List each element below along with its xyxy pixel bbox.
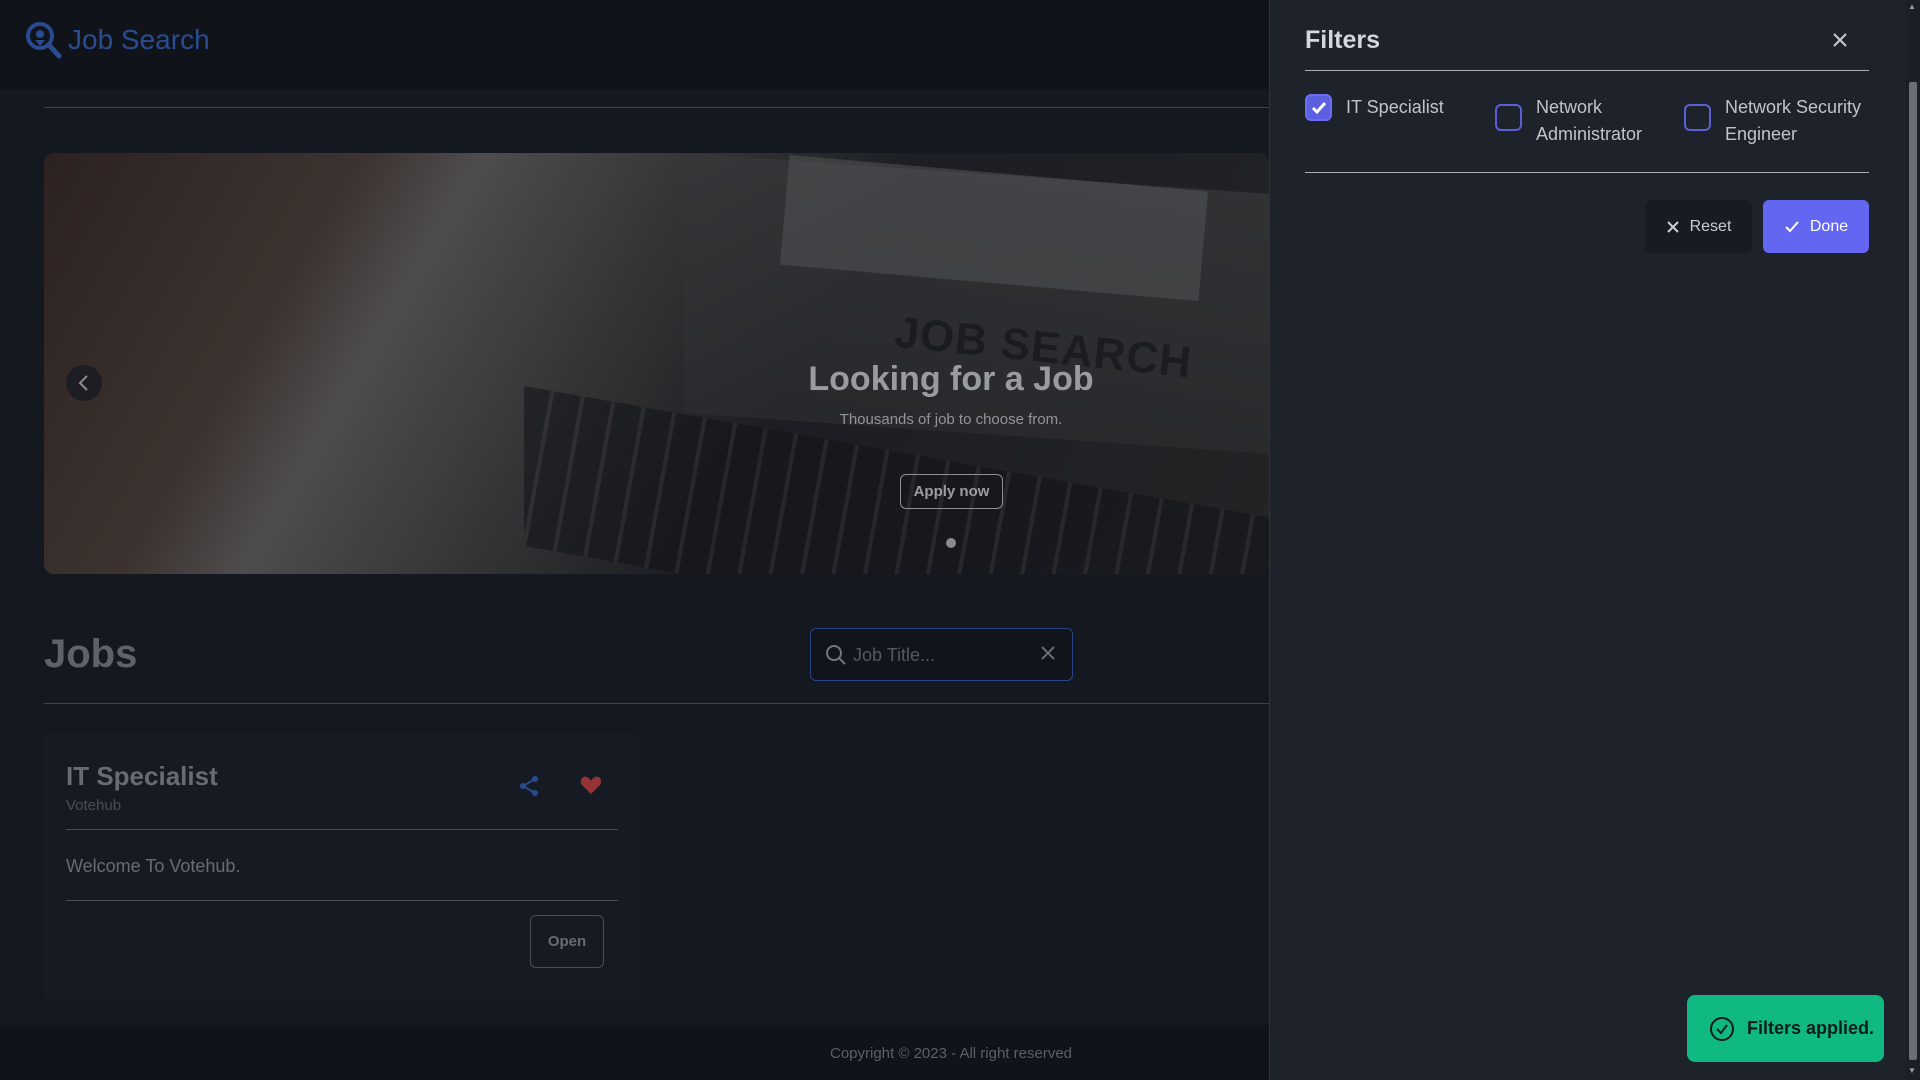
toast-message: Filters applied. (1747, 1018, 1875, 1038)
check-icon (1311, 101, 1326, 114)
filter-option-label-line: Network (1536, 97, 1603, 117)
check-circle-icon (1710, 1016, 1734, 1041)
success-toast: Filters applied. (1687, 995, 1884, 1062)
scroll-up-arrow-icon[interactable]: ▲ (1908, 2, 1916, 11)
checkbox-unchecked[interactable] (1684, 104, 1711, 131)
filter-option-label: IT Specialist (1346, 94, 1444, 121)
drawer-backdrop[interactable] (0, 0, 1269, 1080)
scroll-down-arrow-icon[interactable]: ▼ (1908, 1066, 1916, 1075)
filter-option-label: Network Administrator (1536, 94, 1642, 148)
filter-option-label: Network Security Engineer (1725, 94, 1861, 148)
filters-title: Filters (1305, 26, 1381, 54)
done-label: Done (1809, 217, 1849, 235)
filter-option-label-line: IT Specialist (1346, 97, 1444, 117)
filter-option-network-administrator[interactable]: Network Administrator (1495, 94, 1642, 148)
check-icon (1785, 220, 1799, 232)
reset-label: Reset (1689, 217, 1732, 235)
filter-option-label-line: Network Security (1725, 97, 1862, 117)
filters-divider (1305, 172, 1869, 173)
checkbox-checked[interactable] (1305, 94, 1332, 121)
page-scrollbar[interactable]: ▲ ▼ (1906, 0, 1920, 1080)
checkbox-unchecked[interactable] (1495, 104, 1522, 131)
scroll-thumb[interactable] (1909, 82, 1917, 1060)
filter-option-label-line: Engineer (1725, 124, 1798, 144)
close-icon (1666, 220, 1679, 233)
filters-divider (1305, 70, 1869, 71)
filter-option-label-line: Administrator (1536, 124, 1643, 144)
filter-option-network-security-engineer[interactable]: Network Security Engineer (1684, 94, 1861, 148)
close-icon[interactable] (1830, 30, 1850, 50)
done-filters-button[interactable]: Done (1763, 200, 1869, 253)
filter-option-it-specialist[interactable]: IT Specialist (1305, 94, 1444, 121)
reset-filters-button[interactable]: Reset (1645, 200, 1752, 253)
filters-drawer: Filters IT Specialist Network Administra… (1269, 0, 1920, 1080)
